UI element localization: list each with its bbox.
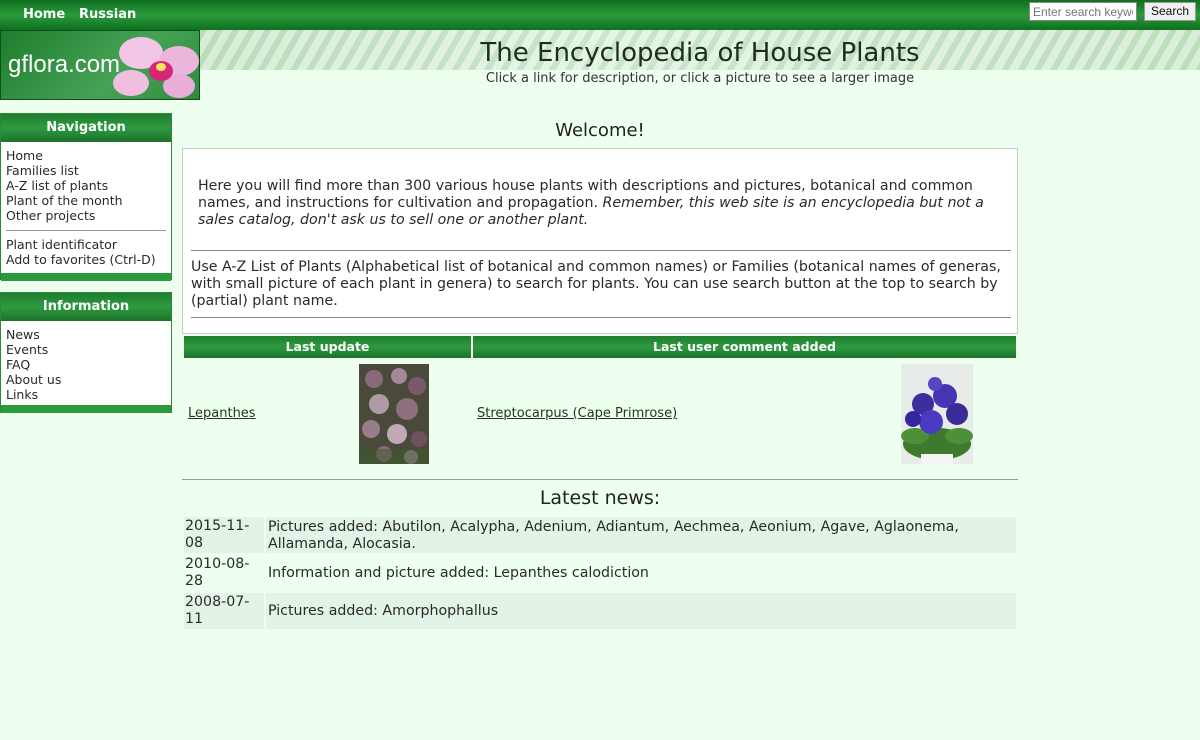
intro-divider-bottom	[191, 317, 1011, 318]
streptocarpus-thumbnail[interactable]	[901, 364, 973, 464]
news-text: Information and picture added: Lepanthes…	[268, 565, 649, 581]
info-item-events[interactable]: Events	[6, 342, 166, 357]
information-box: Information News Events FAQ About us Lin…	[0, 292, 172, 413]
last-update-plant-link[interactable]: Lepanthes	[188, 406, 256, 421]
intro-box: Here you will find more than 300 various…	[182, 148, 1018, 334]
info-item-faq[interactable]: FAQ	[6, 357, 166, 372]
info-item-links[interactable]: Links	[6, 387, 166, 402]
logo-text: gflora.com	[8, 51, 121, 78]
navigation-title: Navigation	[1, 114, 171, 142]
info-item-news[interactable]: News	[6, 327, 166, 342]
site-subtitle: Click a link for description, or click a…	[485, 71, 915, 86]
last-update-header: Last update	[184, 336, 471, 358]
news-text: Pictures added: Amorphophallus	[266, 593, 1016, 629]
intro-paragraph: Here you will find more than 300 various…	[198, 178, 1008, 229]
news-date: 2010-08-28	[185, 556, 250, 589]
streptocarpus-image	[901, 364, 973, 464]
information-footer	[1, 405, 171, 413]
nav-item-plant-of-month[interactable]: Plant of the month	[6, 193, 166, 208]
news-text: Pictures added: Abutilon, Acalypha, Aden…	[266, 517, 1016, 553]
news-row: 2010-08-28 Information and picture added…	[184, 555, 1016, 591]
welcome-heading: Welcome!	[555, 120, 645, 141]
info-item-about-us[interactable]: About us	[6, 372, 166, 387]
last-comment-header: Last user comment added	[473, 336, 1016, 358]
intro-divider-top	[191, 250, 1011, 251]
news-heading: Latest news:	[539, 487, 661, 509]
nav-item-az-list[interactable]: A-Z list of plants	[6, 178, 166, 193]
search-help-text: Use A-Z List of Plants (Alphabetical lis…	[191, 259, 1001, 309]
nav-item-add-favorites[interactable]: Add to favorites (Ctrl-D)	[6, 252, 166, 267]
navigation-box: Navigation Home Families list A-Z list o…	[0, 113, 172, 281]
news-row: 2015-11-08 Pictures added: Abutilon, Aca…	[184, 517, 1016, 553]
nav-item-other-projects[interactable]: Other projects	[6, 208, 166, 223]
site-title: The Encyclopedia of House Plants	[480, 38, 920, 68]
top-bar	[0, 0, 1200, 30]
search-input[interactable]	[1029, 2, 1137, 21]
last-comment-plant-link[interactable]: Streptocarpus (Cape Primrose)	[477, 406, 677, 421]
navigation-footer	[1, 273, 171, 281]
news-date: 2015-11-08	[184, 517, 264, 553]
topnav-home-link[interactable]: Home	[23, 7, 65, 22]
nav-item-home[interactable]: Home	[6, 148, 166, 163]
nav-item-families-list[interactable]: Families list	[6, 163, 166, 178]
topnav-russian-link[interactable]: Russian	[79, 7, 136, 22]
nav-item-plant-identificator[interactable]: Plant identificator	[6, 237, 166, 252]
news-row: 2008-07-11 Pictures added: Amorphophallu…	[184, 593, 1016, 629]
news-date: 2008-07-11	[184, 593, 264, 629]
nav-divider	[6, 230, 166, 231]
lepanthes-image	[359, 364, 429, 464]
site-logo[interactable]: gflora.com	[0, 30, 200, 100]
information-title: Information	[1, 293, 171, 321]
search-button[interactable]: Search	[1144, 2, 1196, 21]
news-divider	[182, 479, 1018, 480]
lepanthes-thumbnail[interactable]	[359, 364, 429, 464]
